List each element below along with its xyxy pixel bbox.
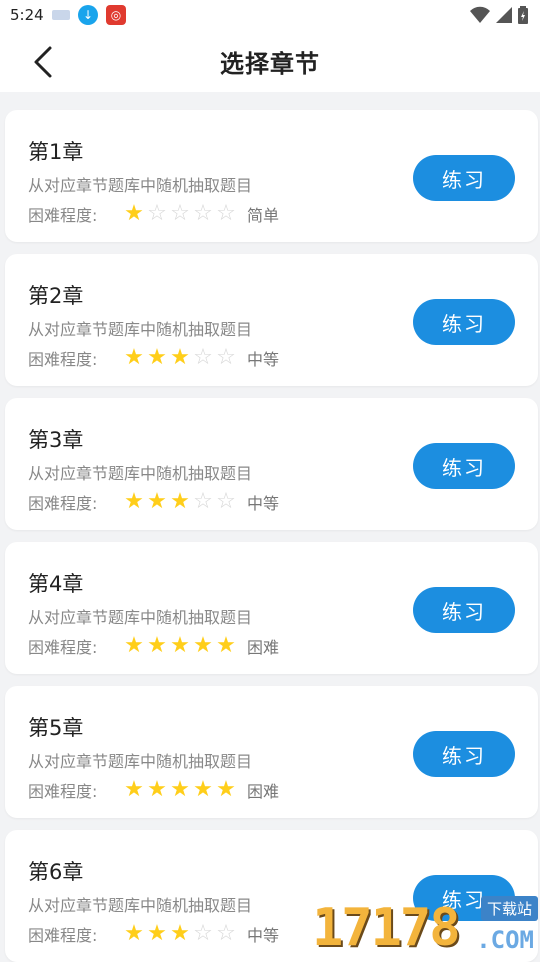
chapter-title: 第2章 [28,284,84,308]
difficulty-row: 困难程度: ★ ★ ★ ☆ ☆ 中等 [28,346,279,370]
watermark-number: 17178 [312,898,461,958]
star-filled-icon: ★ [216,777,236,802]
practice-button[interactable]: 练习 [413,731,515,777]
difficulty-stars: ★ ☆ ☆ ☆ ☆ [123,203,237,225]
chapter-description: 从对应章节题库中随机抽取题目 [28,176,253,195]
chapter-description: 从对应章节题库中随机抽取题目 [28,896,253,915]
difficulty-text: 简单 [247,206,280,225]
difficulty-label: 困难程度: [28,350,98,369]
star-filled-icon: ★ [147,489,167,514]
star-filled-icon: ★ [193,633,213,658]
star-filled-icon: ★ [124,201,144,226]
notification-app-icon [52,10,70,20]
wifi-icon [470,6,490,23]
difficulty-text: 中等 [247,494,280,513]
signal-icon [496,7,512,23]
chapter-title: 第1章 [28,140,84,164]
star-empty-icon: ☆ [193,345,213,370]
watermark-logo: 17178 下载站 .COM [312,896,538,958]
practice-button[interactable]: 练习 [413,299,515,345]
page-title: 选择章节 [220,50,320,78]
practice-button[interactable]: 练习 [413,443,515,489]
star-empty-icon: ☆ [193,921,213,946]
chapter-card: 第2章 从对应章节题库中随机抽取题目 困难程度: ★ ★ ★ ☆ ☆ 中等 练习 [5,254,538,386]
difficulty-text: 中等 [247,926,280,945]
star-filled-icon: ★ [216,633,236,658]
difficulty-label: 困难程度: [28,638,98,657]
star-empty-icon: ☆ [170,201,190,226]
chapter-description: 从对应章节题库中随机抽取题目 [28,320,253,339]
star-filled-icon: ★ [147,921,167,946]
chapter-description: 从对应章节题库中随机抽取题目 [28,464,253,483]
difficulty-stars: ★ ★ ★ ☆ ☆ [123,347,237,369]
difficulty-row: 困难程度: ★ ★ ★ ★ ★ 困难 [28,778,279,802]
battery-icon [518,6,528,24]
chapter-description: 从对应章节题库中随机抽取题目 [28,752,253,771]
star-empty-icon: ☆ [216,345,236,370]
star-filled-icon: ★ [147,633,167,658]
difficulty-stars: ★ ★ ★ ☆ ☆ [123,923,237,945]
watermark-tag: 下载站 [480,896,538,921]
difficulty-label: 困难程度: [28,206,98,225]
difficulty-label: 困难程度: [28,494,98,513]
chapter-card: 第4章 从对应章节题库中随机抽取题目 困难程度: ★ ★ ★ ★ ★ 困难 练习 [5,542,538,674]
star-filled-icon: ★ [170,345,190,370]
difficulty-row: 困难程度: ★ ★ ★ ★ ★ 困难 [28,634,279,658]
chapter-title: 第3章 [28,428,84,452]
difficulty-text: 困难 [247,638,280,657]
star-empty-icon: ☆ [216,921,236,946]
star-filled-icon: ★ [170,633,190,658]
star-empty-icon: ☆ [147,201,167,226]
chapter-description: 从对应章节题库中随机抽取题目 [28,608,253,627]
star-filled-icon: ★ [124,777,144,802]
chapter-card: 第5章 从对应章节题库中随机抽取题目 困难程度: ★ ★ ★ ★ ★ 困难 练习 [5,686,538,818]
chapter-card: 第3章 从对应章节题库中随机抽取题目 困难程度: ★ ★ ★ ☆ ☆ 中等 练习 [5,398,538,530]
star-empty-icon: ☆ [216,201,236,226]
star-filled-icon: ★ [147,345,167,370]
system-icons [470,6,528,24]
difficulty-row: 困难程度: ★ ★ ★ ☆ ☆ 中等 [28,490,279,514]
star-filled-icon: ★ [193,777,213,802]
status-time: 5:24 [10,6,44,24]
star-empty-icon: ☆ [193,489,213,514]
star-empty-icon: ☆ [216,489,236,514]
star-filled-icon: ★ [124,489,144,514]
difficulty-label: 困难程度: [28,926,98,945]
chapter-title: 第5章 [28,716,84,740]
star-filled-icon: ★ [170,921,190,946]
chapter-card: 第1章 从对应章节题库中随机抽取题目 困难程度: ★ ☆ ☆ ☆ ☆ 简单 练习 [5,110,538,242]
star-filled-icon: ★ [124,633,144,658]
app-badge-icon: ◎ [106,5,126,25]
difficulty-row: 困难程度: ★ ★ ★ ☆ ☆ 中等 [28,922,279,946]
difficulty-label: 困难程度: [28,782,98,801]
difficulty-text: 困难 [247,782,280,801]
download-icon: ↓ [78,5,98,25]
status-bar: 5:24 ↓ ◎ [0,0,540,32]
difficulty-row: 困难程度: ★ ☆ ☆ ☆ ☆ 简单 [28,202,279,226]
notification-icons: ↓ ◎ [52,5,126,25]
star-filled-icon: ★ [170,777,190,802]
watermark-domain: .COM [476,926,534,954]
star-filled-icon: ★ [170,489,190,514]
difficulty-stars: ★ ★ ★ ★ ★ [123,635,237,657]
practice-button[interactable]: 练习 [413,155,515,201]
chapter-title: 第4章 [28,572,84,596]
difficulty-text: 中等 [247,350,280,369]
practice-button[interactable]: 练习 [413,587,515,633]
difficulty-stars: ★ ★ ★ ☆ ☆ [123,491,237,513]
star-filled-icon: ★ [124,921,144,946]
chapter-title: 第6章 [28,860,84,884]
app-header: 选择章节 [0,32,540,92]
star-filled-icon: ★ [147,777,167,802]
difficulty-stars: ★ ★ ★ ★ ★ [123,779,237,801]
star-filled-icon: ★ [124,345,144,370]
star-empty-icon: ☆ [193,201,213,226]
